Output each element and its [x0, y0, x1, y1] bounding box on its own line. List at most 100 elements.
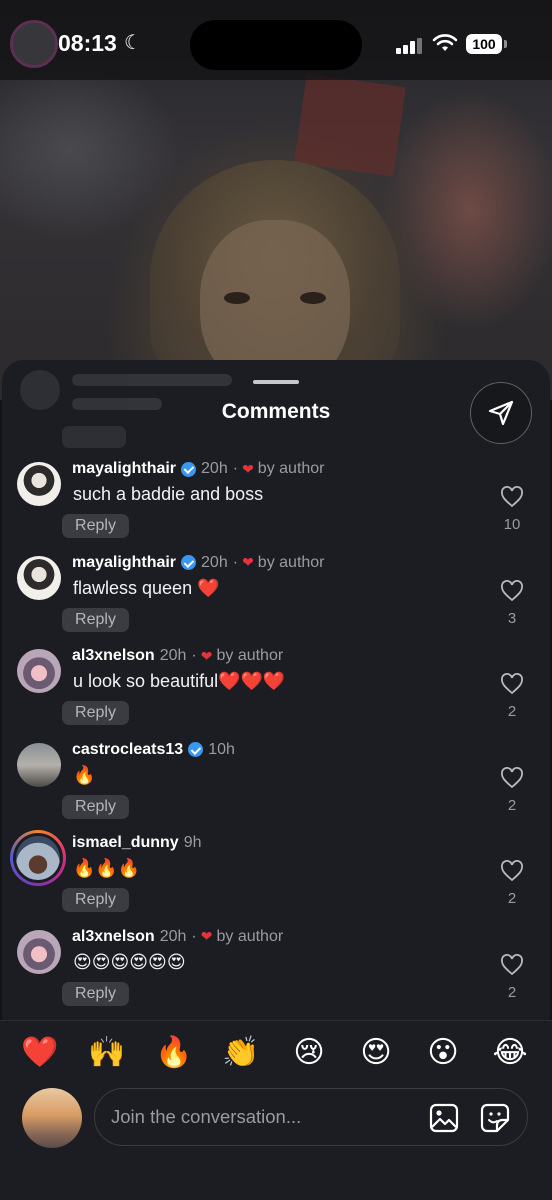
- emoji-heart-button[interactable]: ❤️: [20, 1033, 60, 1073]
- like-count: 2: [507, 890, 517, 907]
- comment-header: ismael_dunny 9h: [72, 834, 202, 852]
- comment-time: 20h: [201, 553, 228, 571]
- comment-time: 10h: [208, 740, 235, 758]
- heart-outline-icon[interactable]: [500, 766, 524, 789]
- comment-username[interactable]: al3xnelson: [72, 928, 155, 946]
- heart-outline-icon[interactable]: [500, 579, 524, 602]
- comment-username[interactable]: castrocleats13: [72, 741, 183, 759]
- verified-badge-icon: [181, 555, 197, 570]
- like-count: 3: [507, 609, 517, 627]
- avatar[interactable]: [17, 649, 61, 693]
- comment-item: ismael_dunny 9h 🔥🔥🔥 Reply 2: [2, 830, 550, 926]
- avatar-story-ring[interactable]: [10, 830, 66, 886]
- verified-badge-icon: [181, 461, 197, 477]
- reply-button[interactable]: Reply: [62, 794, 129, 819]
- emoji-crying-button[interactable]: 😢: [289, 1033, 329, 1073]
- comment-text: flawless queen ❤️: [73, 577, 220, 598]
- separator-dot: ·: [191, 927, 197, 945]
- dynamic-island: [190, 20, 362, 70]
- emoji-laughing-button[interactable]: 😂: [490, 1033, 530, 1073]
- avatar[interactable]: [17, 555, 61, 600]
- emoji-raised-hands-button[interactable]: 🙌: [87, 1033, 127, 1073]
- like-count: 2: [507, 983, 517, 1001]
- avatar[interactable]: [17, 742, 61, 787]
- status-time: 08:13: [58, 30, 117, 56]
- comment-header: mayalighthair 20h · ❤ by author: [72, 460, 325, 478]
- avatar[interactable]: [17, 929, 61, 974]
- liked-by-author-label: by author: [216, 647, 284, 664]
- emoji-clap-button[interactable]: 👏: [221, 1033, 261, 1073]
- cellular-signal-icon: [396, 36, 426, 54]
- comment-item: mayalighthair 20h · ❤ by author flawless…: [2, 552, 550, 646]
- reply-button[interactable]: Reply: [62, 981, 129, 1006]
- comment-text: u look so beautiful❤️❤️❤️: [73, 671, 286, 691]
- comment-username[interactable]: mayalighthair: [72, 460, 176, 478]
- sheet-title: Comments: [221, 400, 331, 423]
- comment-time: 20h: [201, 460, 228, 477]
- comment-username[interactable]: ismael_dunny: [72, 834, 179, 852]
- avatar: [16, 836, 60, 880]
- drag-handle[interactable]: [253, 380, 299, 384]
- heart-outline-icon[interactable]: [500, 486, 524, 508]
- separator-dot: ·: [232, 553, 239, 571]
- comment-time: 20h: [159, 647, 187, 664]
- like-count: 10: [503, 516, 521, 533]
- send-icon: [488, 400, 514, 426]
- avatar[interactable]: [17, 462, 61, 506]
- separator-dot: ·: [191, 647, 197, 664]
- separator-dot: ·: [232, 460, 239, 477]
- background-eye: [300, 292, 326, 304]
- comment-time: 20h: [159, 927, 187, 945]
- sticker-icon[interactable]: [480, 1103, 510, 1133]
- comment-text: 🔥: [73, 764, 96, 785]
- comment-header: castrocleats13 10h: [72, 741, 235, 759]
- like-count: 2: [507, 796, 517, 814]
- comment-composer: Join the conversation...: [0, 1082, 552, 1200]
- reply-button[interactable]: Reply: [62, 607, 129, 632]
- comment-header: al3xnelson 20h · ❤ by author: [72, 928, 283, 946]
- liked-by-author-label: by author: [216, 927, 284, 945]
- heart-icon: ❤: [242, 554, 254, 570]
- avatar: [22, 1088, 82, 1148]
- comment-header: mayalighthair 20h · ❤ by author: [72, 554, 325, 572]
- emoji-surprised-button[interactable]: 😮: [423, 1033, 463, 1073]
- liked-by-author-label: by author: [257, 460, 325, 477]
- post-author-avatar: [10, 20, 58, 68]
- liked-by-author-label: by author: [257, 553, 325, 571]
- comments-list: mayalighthair 20h · ❤ by author such a b…: [2, 458, 550, 1019]
- share-button[interactable]: [470, 382, 532, 444]
- heart-outline-icon[interactable]: [500, 860, 524, 882]
- background-eye: [224, 292, 250, 304]
- heart-outline-icon[interactable]: [500, 673, 524, 695]
- reply-button[interactable]: Reply: [62, 514, 129, 538]
- comment-item: castrocleats13 10h 🔥 Reply 2: [2, 739, 550, 833]
- comment-username[interactable]: mayalighthair: [72, 554, 176, 572]
- comment-item: al3xnelson 20h · ❤ by author u look so b…: [2, 645, 550, 739]
- comment-text: 😍😍😍😍😍😍: [73, 951, 186, 972]
- reply-button[interactable]: Reply: [62, 701, 129, 725]
- battery-indicator: 100: [466, 34, 507, 54]
- comment-text: 🔥🔥🔥: [73, 858, 141, 878]
- comment-item: al3xnelson 20h · ❤ by author 😍😍😍😍😍😍 Repl…: [2, 926, 550, 1020]
- comment-input[interactable]: Join the conversation...: [94, 1088, 528, 1146]
- heart-icon: ❤: [242, 460, 254, 477]
- comment-text: such a baddie and boss: [73, 484, 264, 504]
- heart-icon: ❤: [200, 928, 213, 944]
- like-count: 2: [507, 703, 517, 720]
- emoji-quick-bar: ❤️ 🙌 🔥 👏 😢 😍 😮 😂: [0, 1020, 552, 1083]
- status-bar: 08:13 ☾ 100: [0, 0, 552, 90]
- wifi-icon: [432, 34, 458, 51]
- emoji-heart-eyes-button[interactable]: 😍: [356, 1033, 396, 1073]
- comment-username[interactable]: al3xnelson: [72, 647, 155, 665]
- image-icon[interactable]: [429, 1103, 459, 1133]
- comment-header: al3xnelson 20h · ❤ by author: [72, 647, 283, 665]
- reply-button[interactable]: Reply: [62, 888, 129, 912]
- heart-outline-icon[interactable]: [500, 953, 524, 976]
- emoji-fire-button[interactable]: 🔥: [154, 1033, 194, 1073]
- comment-input-placeholder: Join the conversation...: [111, 1106, 302, 1127]
- verified-badge-icon: [188, 742, 204, 757]
- comment-time: 9h: [183, 834, 202, 851]
- comment-item: mayalighthair 20h · ❤ by author such a b…: [2, 458, 550, 552]
- heart-icon: ❤: [200, 647, 213, 664]
- moon-icon: ☾: [124, 32, 142, 54]
